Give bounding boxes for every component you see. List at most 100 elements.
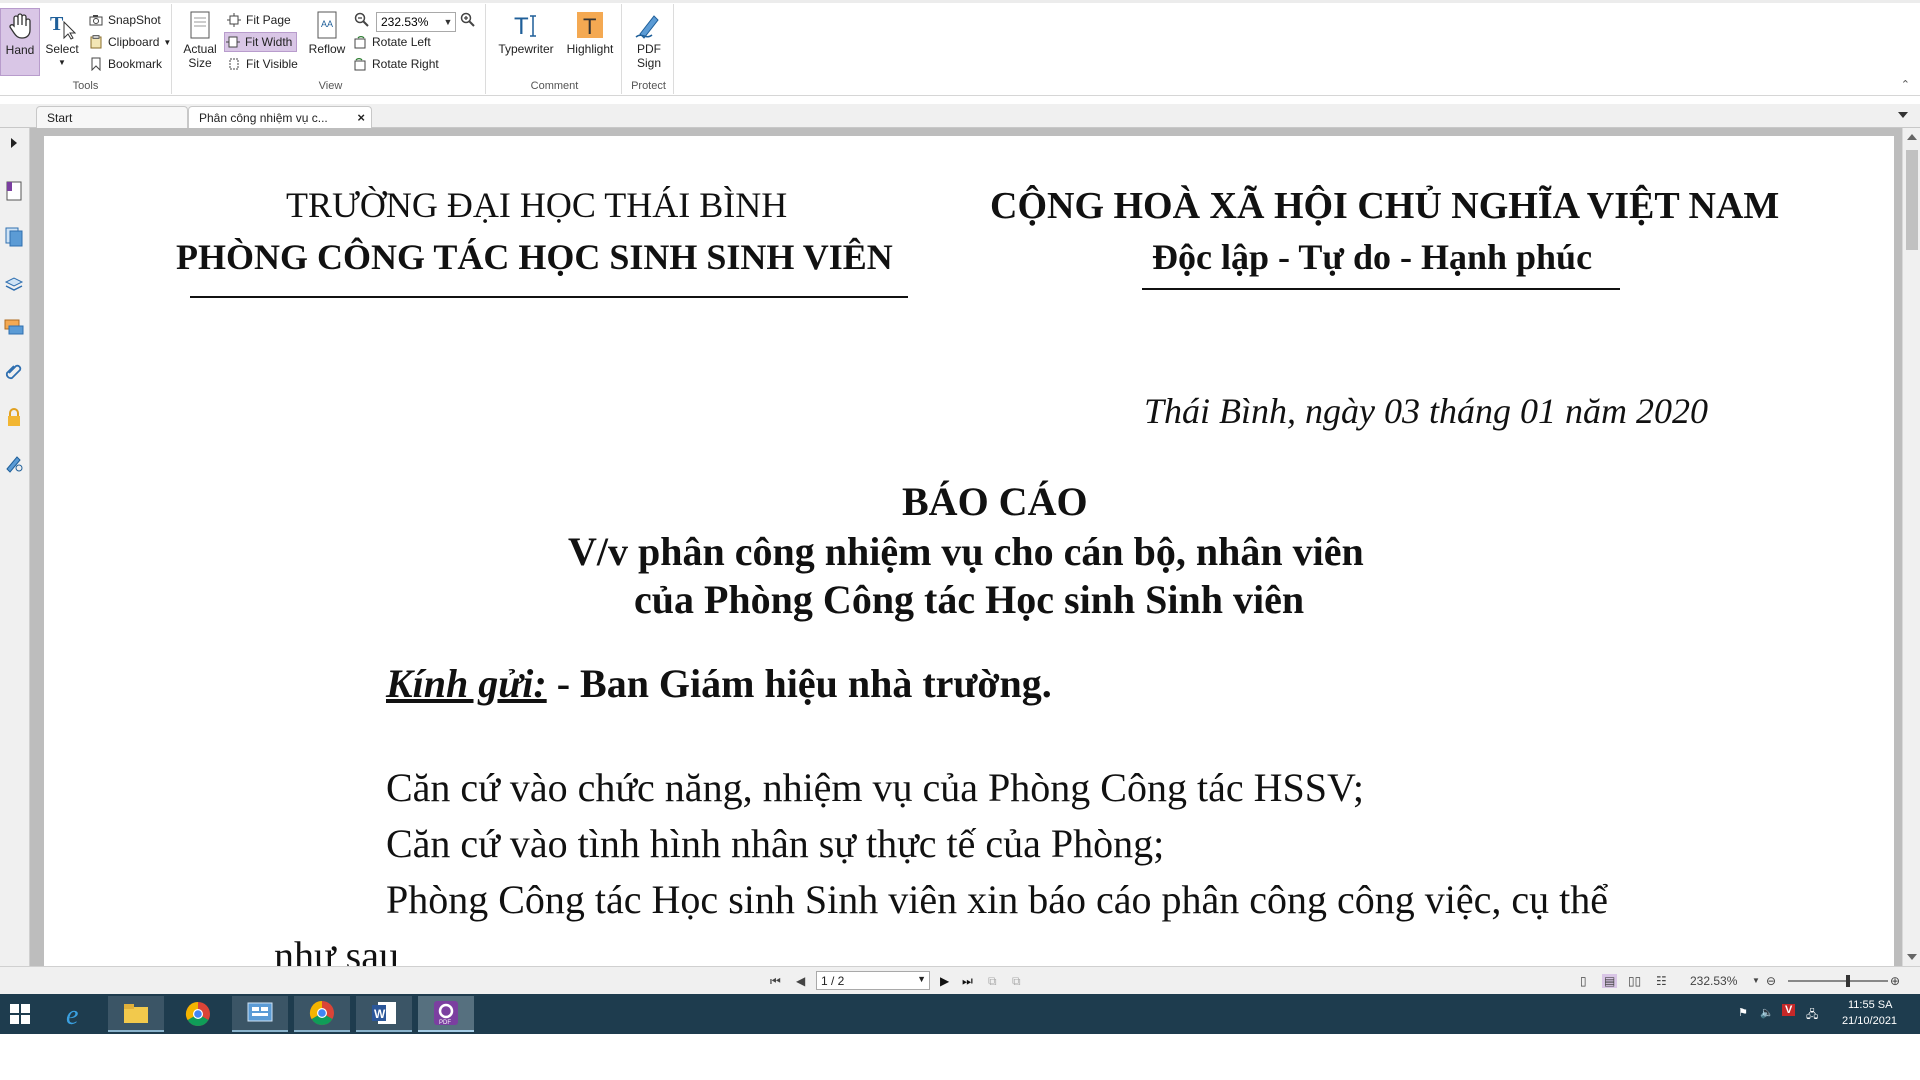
protect-group: PDF Sign Protect (624, 4, 674, 94)
zoom-slider-thumb[interactable] (1846, 975, 1850, 987)
continuous-view-icon[interactable]: ▤ (1602, 974, 1618, 988)
security-lock-icon[interactable] (3, 406, 25, 428)
hand-tool-button[interactable]: Hand (0, 8, 40, 76)
word-icon: W (372, 1002, 396, 1024)
desktop-blank-area (0, 1034, 1920, 1080)
chrome-profile-icon (309, 1001, 334, 1026)
fit-page-label: Fit Page (246, 13, 291, 27)
svg-text:e: e (66, 1000, 78, 1028)
pdf-sign-button[interactable]: PDF Sign (628, 8, 670, 70)
rotate-right-button[interactable]: Rotate Right (352, 54, 439, 74)
bookmarks-panel-icon[interactable] (3, 180, 25, 202)
vertical-scrollbar[interactable] (1902, 128, 1920, 966)
bookmark-button[interactable]: Bookmark (88, 54, 162, 74)
first-page-icon[interactable]: ⏮ (770, 974, 781, 989)
zoom-level-combobox[interactable]: 232.53% ▼ (376, 12, 456, 32)
actual-size-label-2: Size (188, 56, 212, 70)
next-page-icon[interactable]: ▶ (940, 974, 949, 988)
typewriter-button[interactable]: T Typewriter (494, 8, 558, 56)
pages-panel-icon[interactable] (3, 226, 25, 248)
fit-page-button[interactable]: Fit Page (226, 10, 291, 30)
highlight-button[interactable]: T Highlight (562, 8, 618, 56)
close-tab-icon[interactable]: × (357, 110, 365, 125)
body-line-3: Phòng Công tác Học sinh Sinh viên xin bá… (386, 877, 1608, 922)
last-page-icon[interactable]: ⏭ (962, 974, 973, 989)
attachments-panel-icon[interactable] (3, 360, 25, 382)
page-number-value: 1 / 2 (821, 974, 845, 988)
zoom-dropdown-small-icon[interactable]: ▼ (1752, 976, 1760, 985)
zoom-level-value: 232.53% (381, 15, 429, 29)
clipboard-button[interactable]: Clipboard ▼ (88, 32, 171, 52)
tab-document-label: Phân công nhiệm vụ c... (199, 111, 328, 125)
tab-list-dropdown-icon[interactable] (1898, 112, 1908, 118)
rotate-left-button[interactable]: Rotate Left (352, 32, 431, 52)
zoom-in-icon[interactable] (460, 12, 476, 33)
fit-visible-button[interactable]: Fit Visible (226, 54, 298, 74)
chrome-window-taskbar-button[interactable] (294, 996, 350, 1032)
body-line-2: Căn cứ vào tình hình nhân sự thực tế của… (386, 821, 1165, 866)
report-subtitle-1: V/v phân công nhiệm vụ cho cán bộ, nhân … (568, 529, 1364, 574)
previous-page-icon[interactable]: ◀ (796, 974, 805, 988)
view-group: Actual Size Fit Page Fit Width Fit Visib… (176, 4, 486, 94)
layers-panel-icon[interactable] (3, 272, 25, 294)
clock-time[interactable]: 11:55 SA (1848, 999, 1892, 1011)
svg-text:PDF: PDF (439, 1020, 451, 1026)
expand-sidebar-icon[interactable] (3, 132, 25, 154)
foxit-reader-taskbar-button[interactable]: PDF (418, 996, 474, 1032)
rotate-left-icon (352, 34, 368, 50)
continuous-facing-view-icon[interactable]: ☷ (1656, 974, 1667, 988)
report-title: BÁO CÁO (902, 479, 1088, 524)
select-dropdown-icon[interactable]: ▼ (58, 56, 66, 70)
facing-view-icon[interactable]: ▯▯ (1628, 974, 1641, 988)
national-motto: Độc lập - Tự do - Hạnh phúc (1152, 237, 1593, 277)
document-viewport[interactable]: TRƯỜNG ĐẠI HỌC THÁI BÌNH PHÒNG CÔNG TÁC … (30, 128, 1902, 966)
scrollbar-thumb[interactable] (1906, 150, 1918, 250)
folder-icon (124, 1004, 148, 1023)
school-name: TRƯỜNG ĐẠI HỌC THÁI BÌNH (286, 185, 788, 225)
tab-start[interactable]: Start (36, 106, 188, 128)
zoom-dropdown-icon[interactable]: ▼ (441, 17, 455, 27)
signatures-panel-icon[interactable] (3, 452, 25, 474)
file-explorer-taskbar-button[interactable] (108, 996, 164, 1032)
unikey-v-icon[interactable]: V (1782, 1004, 1796, 1016)
rotate-right-label: Rotate Right (372, 57, 439, 71)
page-number-field[interactable]: 1 / 2 ▼ (816, 971, 930, 990)
internet-explorer-taskbar-button[interactable]: e (48, 996, 104, 1032)
zoom-slider[interactable] (1788, 975, 1888, 987)
zoom-out-status-icon[interactable]: ⊖ (1766, 974, 1776, 988)
tab-document[interactable]: Phân công nhiệm vụ c... × (188, 106, 372, 128)
page-dropdown-icon[interactable]: ▼ (917, 974, 926, 984)
rotate-left-label: Rotate Left (372, 35, 431, 49)
scroll-down-icon[interactable] (1907, 954, 1917, 960)
select-tool-button[interactable]: T Select ▼ (42, 8, 82, 76)
svg-text:T: T (50, 13, 64, 35)
zoom-in-status-icon[interactable]: ⊕ (1890, 974, 1900, 988)
snapshot-button[interactable]: SnapShot (88, 10, 161, 30)
single-page-view-icon[interactable]: ▯ (1580, 974, 1587, 988)
clock-date[interactable]: 21/10/2021 (1842, 1015, 1897, 1027)
typewriter-label: Typewriter (498, 42, 554, 56)
clipboard-dropdown-icon[interactable]: ▼ (163, 38, 171, 47)
clipboard-icon (88, 34, 104, 50)
fit-visible-icon (226, 56, 242, 72)
next-view-icon[interactable]: ⧉ (1012, 974, 1021, 989)
fit-visible-label: Fit Visible (246, 57, 298, 71)
scroll-up-icon[interactable] (1907, 134, 1917, 140)
tab-start-label: Start (47, 111, 73, 125)
chrome-taskbar-button[interactable] (170, 996, 226, 1032)
highlight-icon: T (573, 8, 607, 42)
reflow-button[interactable]: AA Reflow (306, 8, 348, 56)
zoom-out-icon[interactable] (354, 12, 370, 33)
collapse-ribbon-icon[interactable]: ⌃ (1901, 78, 1910, 91)
control-panel-taskbar-button[interactable] (232, 996, 288, 1032)
word-taskbar-button[interactable]: W (356, 996, 412, 1032)
network-icon[interactable]: 🖧 (1806, 1006, 1818, 1025)
previous-view-icon[interactable]: ⧉ (988, 974, 997, 989)
fit-width-icon (225, 34, 241, 50)
start-button[interactable] (0, 996, 40, 1032)
comments-panel-icon[interactable] (3, 316, 25, 338)
volume-icon[interactable]: 🔈 (1760, 1006, 1774, 1019)
flag-notification-icon[interactable]: ⚑ (1738, 1006, 1748, 1019)
fit-width-button[interactable]: Fit Width (224, 32, 298, 52)
actual-size-button[interactable]: Actual Size (180, 8, 220, 70)
